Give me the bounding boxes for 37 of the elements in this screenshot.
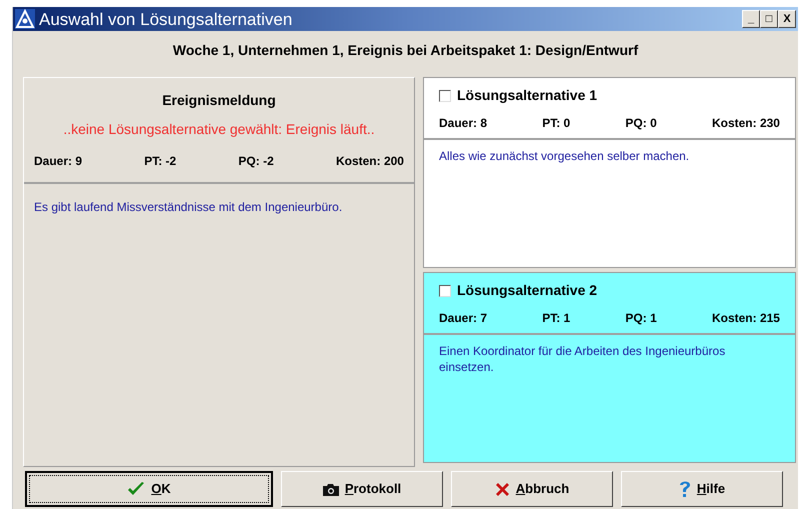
alternative-title: Lösungsalternative 2	[457, 281, 598, 300]
dialog-button[interactable]: OK	[25, 471, 273, 507]
alternative-description: Alles wie zunächst vorgesehen selber machen.	[438, 148, 690, 164]
stat-value: PT: 1	[542, 310, 570, 327]
panel-title: Ereignismeldung	[161, 91, 277, 110]
alternative-panel[interactable]: Lösungsalternative 1 Dauer: 8 PT: 0 PQ: 0 Kosten: 230 Alles wie zunächst vorgesehen selber machen.	[423, 77, 796, 268]
stat-value: PQ: 1	[625, 310, 657, 327]
close-button[interactable]: X	[778, 10, 796, 28]
window-title: Auswahl von Lösungsalternativen	[39, 10, 292, 28]
help-icon	[678, 480, 691, 498]
stat-value: Dauer: 8	[439, 115, 488, 132]
maximize-button[interactable]: □	[760, 10, 778, 28]
event-description: Es gibt laufend Missverständnisse mit dem Ingenieurbüro.	[33, 199, 344, 216]
checkbox[interactable]	[439, 90, 451, 102]
alternative-panel[interactable]: Lösungsalternative 2 Dauer: 7 PT: 1 PQ: 1 Kosten: 215 Einen Koordinator für die Arbeiten des Ingenieurbüros einsetzen.	[423, 272, 796, 463]
stat-value: Kosten: 230	[712, 115, 780, 132]
stat-value: Dauer: 9	[34, 153, 82, 170]
stat-value: Dauer: 7	[439, 310, 488, 327]
minimize-button[interactable]: _	[742, 10, 760, 28]
dialog-button[interactable]: Abbruch	[451, 471, 613, 507]
dialog-button[interactable]: Protokoll	[281, 471, 443, 507]
alternative-description: Einen Koordinator für die Arbeiten des Ingenieurbüros einsetzen.	[438, 343, 726, 375]
stat-value: PT: 0	[542, 115, 570, 132]
checkmark-icon	[127, 481, 146, 497]
dialog-button[interactable]: Hilfe	[621, 471, 783, 507]
dialog-heading: Woche 1, Unternehmen 1, Ereignis bei Arbeitspaket 1: Design/Entwurf	[172, 41, 640, 60]
cross-icon	[494, 482, 510, 496]
checkbox[interactable]	[439, 284, 451, 296]
app-icon	[15, 9, 35, 29]
alternative-title: Lösungsalternative 1	[457, 86, 598, 105]
stat-value: PT: -2	[144, 153, 176, 170]
stat-value: PQ: 0	[625, 115, 657, 132]
camera-icon	[322, 482, 339, 496]
stat-value: Kosten: 200	[336, 153, 404, 170]
stat-value: Kosten: 215	[712, 310, 780, 327]
stat-value: PQ: -2	[238, 153, 274, 170]
status-message: ..keine Lösungsalternative gewählt: Ereignis läuft..	[62, 120, 376, 139]
